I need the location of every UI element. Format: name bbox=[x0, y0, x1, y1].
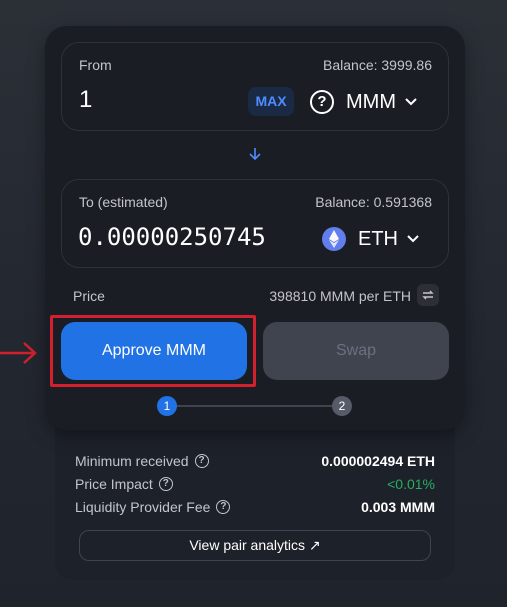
from-input-panel: From Balance: 3999.86 1 MAX ? MMM bbox=[61, 42, 449, 131]
view-pair-analytics-button[interactable]: View pair analytics ↗ bbox=[79, 530, 431, 561]
swap-page: Minimum received ? 0.000002494 ETH Price… bbox=[0, 0, 507, 607]
from-amount-input[interactable]: 1 bbox=[79, 86, 92, 114]
from-token-select[interactable]: ? MMM bbox=[310, 87, 418, 117]
from-balance: Balance: 3999.86 bbox=[323, 57, 432, 73]
chevron-down-icon bbox=[405, 98, 417, 106]
info-icon[interactable]: ? bbox=[158, 477, 173, 491]
step-1-indicator: 1 bbox=[157, 396, 177, 416]
info-icon[interactable]: ? bbox=[216, 500, 231, 514]
price-impact-value: <0.01% bbox=[387, 476, 435, 492]
arrow-down-icon[interactable] bbox=[248, 147, 262, 161]
max-button[interactable]: MAX bbox=[248, 87, 294, 116]
to-label: To (estimated) bbox=[79, 194, 168, 210]
from-label: From bbox=[79, 57, 112, 73]
price-impact-label: Price Impact bbox=[75, 476, 153, 492]
question-circle-icon: ? bbox=[310, 90, 334, 114]
to-amount-input[interactable]: 0.00000250745 bbox=[78, 223, 266, 251]
step-2-indicator: 2 bbox=[332, 396, 352, 416]
swap-button[interactable]: Swap bbox=[263, 322, 449, 380]
minimum-received-row: Minimum received ? 0.000002494 ETH bbox=[75, 451, 435, 471]
minimum-received-value: 0.000002494 ETH bbox=[321, 453, 435, 469]
to-token-symbol: ETH bbox=[358, 227, 398, 250]
to-token-select[interactable]: ETH bbox=[322, 224, 420, 254]
chevron-down-icon bbox=[407, 235, 419, 243]
to-balance: Balance: 0.591368 bbox=[315, 194, 432, 210]
liquidity-fee-value: 0.003 MMM bbox=[361, 499, 435, 515]
invert-price-button[interactable] bbox=[417, 284, 439, 306]
eth-icon bbox=[322, 227, 346, 251]
to-input-panel: To (estimated) Balance: 0.591368 0.00000… bbox=[61, 179, 449, 268]
price-value: 398810 MMM per ETH bbox=[269, 288, 411, 304]
liquidity-fee-label: Liquidity Provider Fee bbox=[75, 499, 211, 515]
approve-button[interactable]: Approve MMM bbox=[61, 322, 247, 380]
minimum-received-label: Minimum received bbox=[75, 453, 189, 469]
info-icon[interactable]: ? bbox=[194, 454, 209, 468]
progress-line bbox=[175, 405, 340, 407]
swap-card: From Balance: 3999.86 1 MAX ? MMM To (es… bbox=[45, 26, 465, 430]
liquidity-fee-row: Liquidity Provider Fee ? 0.003 MMM bbox=[75, 497, 435, 517]
annotation-arrow-icon bbox=[0, 342, 37, 364]
from-token-symbol: MMM bbox=[346, 90, 396, 113]
price-impact-row: Price Impact ? <0.01% bbox=[75, 474, 435, 494]
swap-arrows-icon bbox=[422, 290, 434, 300]
price-label: Price bbox=[73, 288, 105, 304]
